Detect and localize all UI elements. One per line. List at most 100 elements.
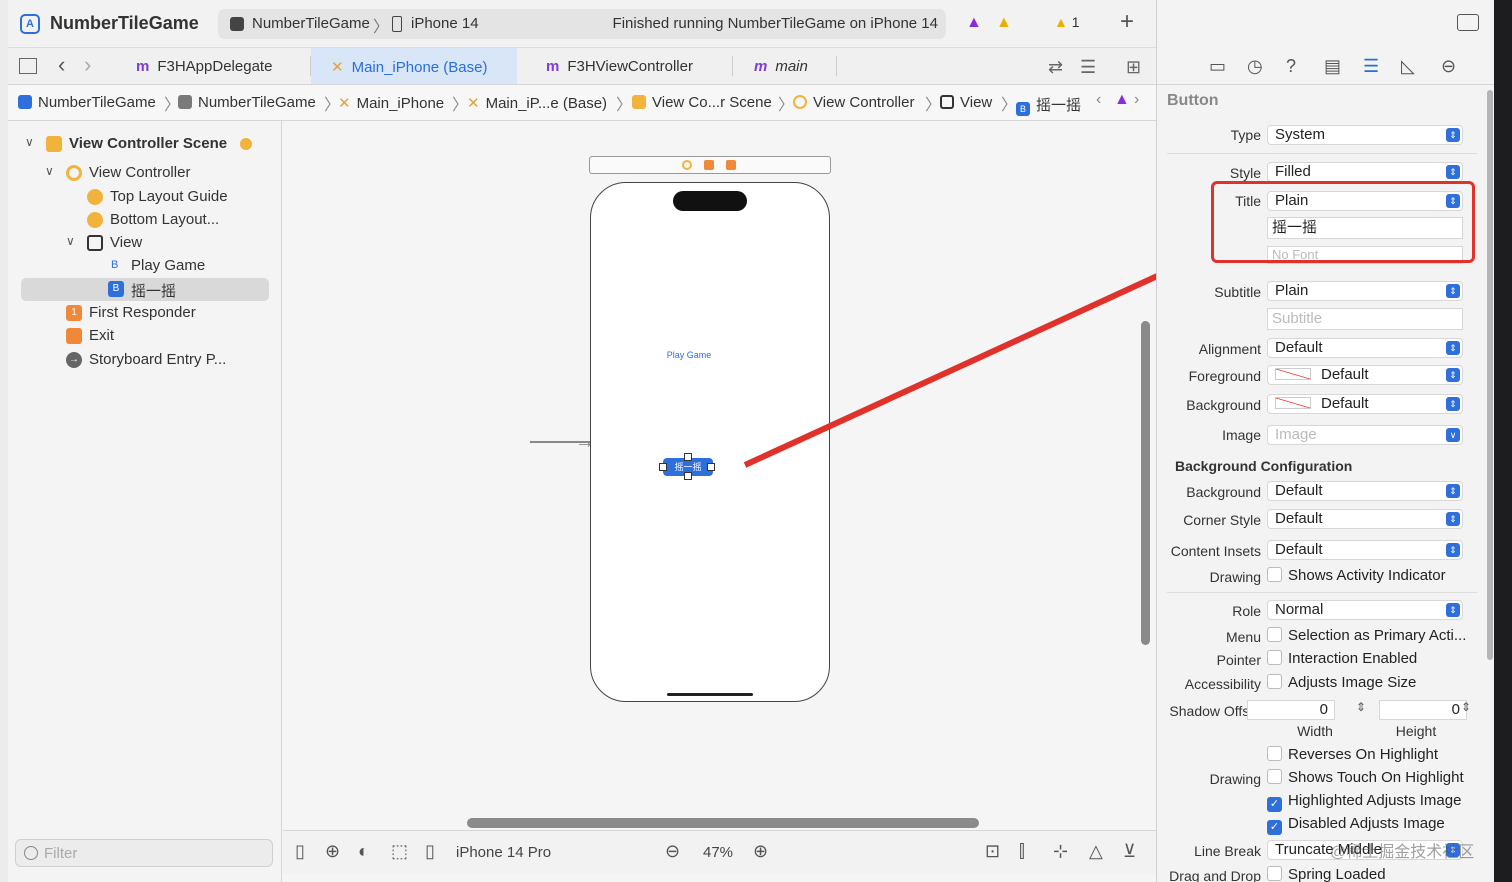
checkbox-label: Reverses On Highlight — [1288, 746, 1439, 763]
zoom-in-icon[interactable]: ⊕ — [753, 841, 768, 862]
bgc-background-popup[interactable]: Default ⇕ — [1267, 481, 1463, 501]
bg-config-title: Background Configuration — [1175, 458, 1353, 474]
background-popup[interactable]: Default ⇕ — [1267, 394, 1463, 414]
popup-chevron-icon: ∨ — [1446, 428, 1460, 442]
history-inspector-icon[interactable]: ◷ — [1247, 56, 1263, 77]
checkbox[interactable] — [1267, 674, 1282, 689]
subtitle-value: Plain — [1275, 282, 1309, 299]
popup-chevron-icon: ⇕ — [1446, 284, 1460, 298]
checkbox[interactable] — [1267, 866, 1282, 881]
checkbox[interactable] — [1267, 567, 1282, 582]
divider — [1167, 592, 1477, 593]
zoom-out-icon[interactable]: ⊖ — [665, 841, 680, 862]
drag-drop-label: Drag and Drop — [1169, 868, 1261, 882]
zoom-level: 47% — [703, 844, 734, 861]
corner-style-popup[interactable]: Default ⇕ — [1267, 509, 1463, 529]
toggle-inspector-icon[interactable] — [1457, 14, 1479, 31]
checkbox-label: Shows Touch On Highlight — [1288, 769, 1464, 786]
connections-inspector-icon[interactable]: ⊖ — [1441, 56, 1456, 77]
toggle-outline-icon[interactable]: ▯ — [295, 841, 305, 862]
add-constraints-icon[interactable]: ⊹ — [1053, 841, 1068, 862]
checkbox-label: Spring Loaded — [1288, 866, 1386, 882]
checkbox-checked[interactable]: ✓ — [1267, 797, 1282, 812]
width-caption: Width — [1297, 723, 1333, 739]
drawing-label: Drawing — [1209, 569, 1261, 585]
style-label: Style — [1229, 165, 1261, 181]
popup-chevron-icon: ⇕ — [1446, 512, 1460, 526]
appearance-icon[interactable]: ◐ — [358, 841, 369, 862]
device-config-label[interactable]: iPhone 14 Pro — [456, 844, 551, 861]
checkbox-label: Disabled Adjusts Image — [1288, 815, 1445, 832]
desktop-edge — [1494, 0, 1512, 882]
shadow-height-field[interactable]: 0 — [1379, 700, 1467, 720]
resolve-issues-icon[interactable]: △ — [1089, 841, 1103, 862]
reverses-highlight-checkbox[interactable]: Reverses On Highlight — [1267, 746, 1438, 763]
accessibility-icon[interactable]: ⊕ — [325, 841, 340, 862]
alignment-value: Default — [1275, 339, 1323, 356]
role-popup[interactable]: Normal ⇕ — [1267, 600, 1463, 620]
background-label: Background — [1186, 397, 1261, 413]
align-icon[interactable]: ⫿ — [1019, 841, 1025, 862]
activity-indicator-checkbox[interactable]: Shows Activity Indicator — [1267, 567, 1446, 584]
watermark: @稀土掘金技术社区 — [1330, 844, 1475, 861]
file-inspector-icon[interactable]: ▭ — [1209, 56, 1226, 77]
bgc-background-label: Background — [1186, 484, 1261, 500]
attributes-inspector-icon[interactable]: ☰ — [1363, 56, 1379, 77]
checkbox[interactable] — [1267, 746, 1282, 761]
style-popup[interactable]: Filled ⇕ — [1267, 162, 1463, 182]
size-inspector-icon[interactable]: ◺ — [1401, 56, 1415, 77]
checkbox-checked[interactable]: ✓ — [1267, 820, 1282, 835]
foreground-value: Default — [1321, 366, 1369, 383]
image-label: Image — [1222, 427, 1261, 443]
checkbox[interactable] — [1267, 650, 1282, 665]
foreground-popup[interactable]: Default ⇕ — [1267, 365, 1463, 385]
accessibility-label: Accessibility — [1184, 676, 1261, 692]
spring-loaded-checkbox[interactable]: Spring Loaded — [1267, 866, 1386, 882]
checkbox-label: Adjusts Image Size — [1288, 674, 1417, 691]
shows-touch-checkbox[interactable]: Shows Touch On Highlight — [1267, 769, 1464, 786]
disabled-adjusts-checkbox[interactable]: ✓ Disabled Adjusts Image — [1267, 815, 1445, 835]
embed-in-icon[interactable]: ⊻ — [1123, 841, 1136, 862]
alignment-popup[interactable]: Default ⇕ — [1267, 338, 1463, 358]
popup-chevron-icon: ⇕ — [1446, 341, 1460, 355]
drawing-label: Drawing — [1209, 771, 1261, 787]
shadow-width-field[interactable]: 0 — [1247, 700, 1335, 720]
shadow-offset-label: Shadow Offset — [1169, 703, 1261, 719]
subtitle-popup[interactable]: Plain ⇕ — [1267, 281, 1463, 301]
subtitle-text-field[interactable]: Subtitle — [1267, 308, 1463, 330]
pointer-label: Pointer — [1216, 652, 1261, 668]
stepper-icon[interactable]: ⇕ — [1356, 700, 1366, 714]
checkbox-label: Shows Activity Indicator — [1288, 567, 1446, 584]
primary-action-checkbox[interactable]: Selection as Primary Acti... — [1267, 627, 1466, 644]
identity-inspector-icon[interactable]: ▤ — [1324, 56, 1341, 77]
image-combo[interactable]: Image ∨ — [1267, 425, 1463, 445]
color-swatch — [1275, 397, 1311, 409]
popup-chevron-icon: ⇕ — [1446, 368, 1460, 382]
inspector-scrollbar[interactable] — [1487, 90, 1493, 660]
stepper-icon[interactable]: ⇕ — [1461, 700, 1471, 714]
role-value: Normal — [1275, 601, 1324, 618]
help-inspector-icon[interactable]: ? — [1286, 56, 1296, 77]
type-popup[interactable]: System ⇕ — [1267, 125, 1463, 145]
orientation-icon[interactable]: ⬚ — [391, 841, 408, 862]
content-insets-popup[interactable]: Default ⇕ — [1267, 540, 1463, 560]
update-frames-icon[interactable]: ⊡ — [985, 841, 1000, 862]
type-value: System — [1275, 126, 1326, 143]
popup-chevron-icon: ⇕ — [1446, 603, 1460, 617]
checkbox[interactable] — [1267, 627, 1282, 642]
menu-label: Menu — [1225, 629, 1261, 645]
popup-chevron-icon: ⇕ — [1446, 484, 1460, 498]
adjusts-image-size-checkbox[interactable]: Adjusts Image Size — [1267, 674, 1416, 691]
attributes-inspector: ▭ ◷ ? ▤ ☰ ◺ ⊖ Button Type System ⇕ Style … — [1156, 0, 1494, 882]
alignment-label: Alignment — [1198, 341, 1261, 357]
pointer-interaction-checkbox[interactable]: Interaction Enabled — [1267, 650, 1417, 667]
highlighted-adjusts-checkbox[interactable]: ✓ Highlighted Adjusts Image — [1267, 792, 1461, 812]
checkbox[interactable] — [1267, 769, 1282, 784]
inspector-tabs: ▭ ◷ ? ▤ ☰ ◺ ⊖ — [1157, 48, 1494, 85]
popup-chevron-icon: ⇕ — [1446, 128, 1460, 142]
foreground-label: Foreground — [1188, 368, 1261, 384]
corner-style-value: Default — [1275, 510, 1323, 527]
device-icon[interactable]: ▯ — [425, 841, 435, 862]
divider — [1167, 153, 1477, 154]
line-break-label: Line Break — [1194, 843, 1261, 859]
